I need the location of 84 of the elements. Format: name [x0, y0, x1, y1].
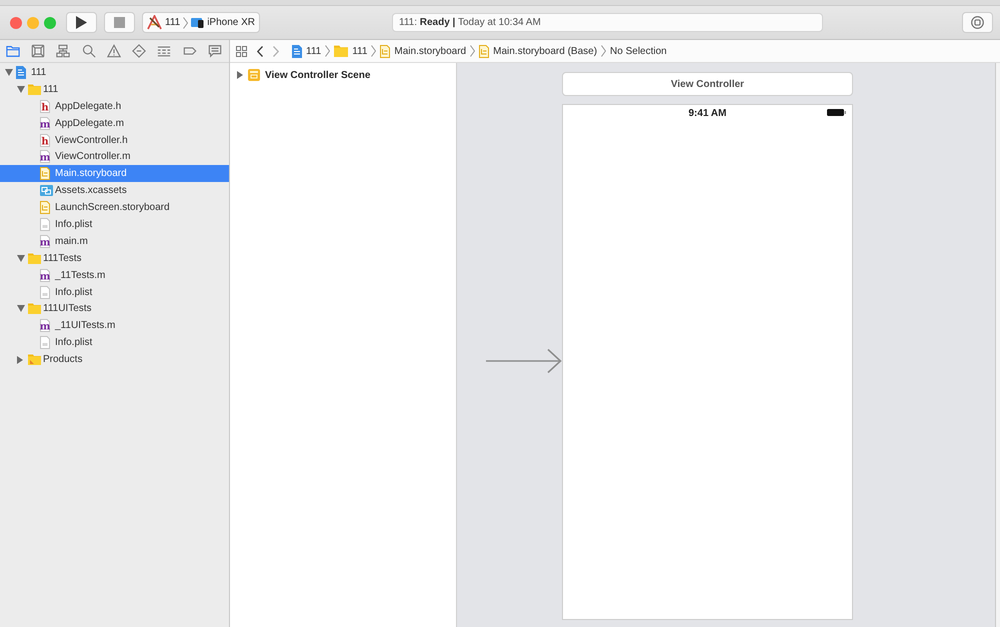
breadcrumb-item[interactable]: Main.storyboard — [379, 44, 468, 58]
folder-icon — [334, 45, 348, 57]
scheme-selector[interactable]: 111 iPhone XR — [142, 12, 260, 33]
header-file-icon: h — [40, 100, 50, 113]
file-tree-item[interactable]: Info.plist — [0, 216, 229, 233]
plist-file-icon — [40, 286, 50, 299]
folder-icon — [28, 84, 41, 95]
file-tree-item[interactable]: 111 — [0, 80, 229, 98]
source-file-icon: m — [40, 234, 50, 248]
source-file-icon: m — [40, 116, 50, 130]
breadcrumb-item[interactable]: Main.storyboard (Base) — [478, 44, 598, 58]
activity-status: 111: Ready | Today at 10:34 AM — [392, 13, 823, 32]
search-icon — [82, 44, 96, 58]
disclosure-triangle-icon[interactable] — [17, 254, 25, 262]
chevron-left-icon — [257, 46, 263, 56]
play-icon — [76, 16, 87, 29]
disclosure-triangle-icon[interactable] — [17, 86, 25, 93]
file-tree-item[interactable]: Assets.xcassets — [0, 182, 229, 200]
chevron-icon — [470, 45, 476, 57]
folder-icon — [6, 44, 20, 58]
scene-icon — [248, 69, 260, 81]
project-file-icon — [16, 66, 26, 79]
bars-icon — [157, 44, 172, 58]
storyboard-file-icon — [40, 201, 50, 214]
folder-icon — [28, 303, 41, 314]
outline-item[interactable]: View Controller Scene — [230, 68, 456, 82]
related-items-button[interactable] — [236, 46, 247, 56]
status-time: 9:41 AM — [688, 108, 726, 118]
breadcrumb-item[interactable]: 111 — [291, 44, 322, 58]
disclosure-triangle-icon[interactable] — [17, 305, 25, 312]
hierarchy-icon — [56, 44, 70, 58]
diamond-icon — [132, 44, 146, 58]
battery-icon — [827, 109, 846, 116]
file-tree-item[interactable]: 111UITests — [0, 300, 229, 318]
file-tree-item[interactable]: m main.m — [0, 232, 229, 250]
speech-bubble-icon — [208, 44, 222, 58]
file-tree-item[interactable]: m ViewController.m — [0, 148, 229, 166]
assets-folder-icon — [40, 185, 53, 196]
storyboard-file-icon — [380, 44, 390, 58]
disclosure-triangle-icon[interactable] — [5, 68, 13, 76]
stop-icon — [114, 17, 125, 28]
plist-file-icon — [40, 218, 50, 231]
back-button[interactable] — [257, 46, 263, 56]
breadcrumb-item[interactable]: No Selection — [609, 46, 668, 56]
folder-icon — [28, 252, 41, 264]
chevron-icon — [601, 45, 606, 57]
file-tree-item[interactable]: Main.storyboard — [0, 165, 229, 182]
chevron-icon — [371, 45, 376, 57]
source-file-icon: m — [40, 150, 50, 164]
file-tree-item[interactable]: m _11Tests.m — [0, 266, 229, 284]
disclosure-triangle-icon[interactable] — [17, 356, 23, 364]
file-tree-item[interactable]: h AppDelegate.h — [0, 98, 229, 115]
chevron-icon — [325, 45, 330, 57]
file-tree-item[interactable]: LaunchScreen.storyboard — [0, 199, 229, 216]
warning-icon — [106, 44, 121, 58]
app-icon — [147, 15, 162, 30]
project-file-icon — [292, 44, 302, 58]
storyboard-file-icon — [479, 44, 490, 58]
grid-icon — [236, 46, 247, 56]
disclosure-triangle-icon[interactable] — [237, 71, 243, 79]
header-file-icon: h — [40, 134, 50, 146]
file-tree-item[interactable]: h ViewController.h — [0, 132, 229, 148]
breadcrumb-item[interactable]: 111 — [333, 45, 368, 57]
chevron-icon — [183, 16, 188, 28]
source-file-icon: m — [40, 268, 50, 282]
scene-title-bar: View Controller — [562, 72, 853, 96]
device-icon — [191, 17, 204, 28]
plist-file-icon — [40, 336, 50, 350]
file-tree-item[interactable]: Info.plist — [0, 284, 229, 300]
file-tree-item[interactable]: Products — [0, 351, 229, 368]
square-x-icon — [30, 44, 45, 58]
storyboard-file-icon — [40, 167, 50, 180]
file-tree-item[interactable]: Info.plist — [0, 334, 229, 352]
source-file-icon: m — [40, 319, 50, 332]
toolbar-button[interactable] — [962, 12, 993, 33]
file-tree-item[interactable]: 111 — [0, 64, 229, 81]
file-tree-item[interactable]: m AppDelegate.m — [0, 114, 229, 132]
circle-square-icon — [971, 16, 984, 29]
chevron-right-icon — [273, 46, 279, 56]
close-window-button[interactable] — [10, 16, 22, 28]
file-tree-item[interactable]: 111Tests — [0, 250, 229, 267]
run-button[interactable] — [66, 12, 97, 33]
folder-icon — [28, 354, 41, 366]
file-tree-item[interactable]: m _11UITests.m — [0, 317, 229, 334]
